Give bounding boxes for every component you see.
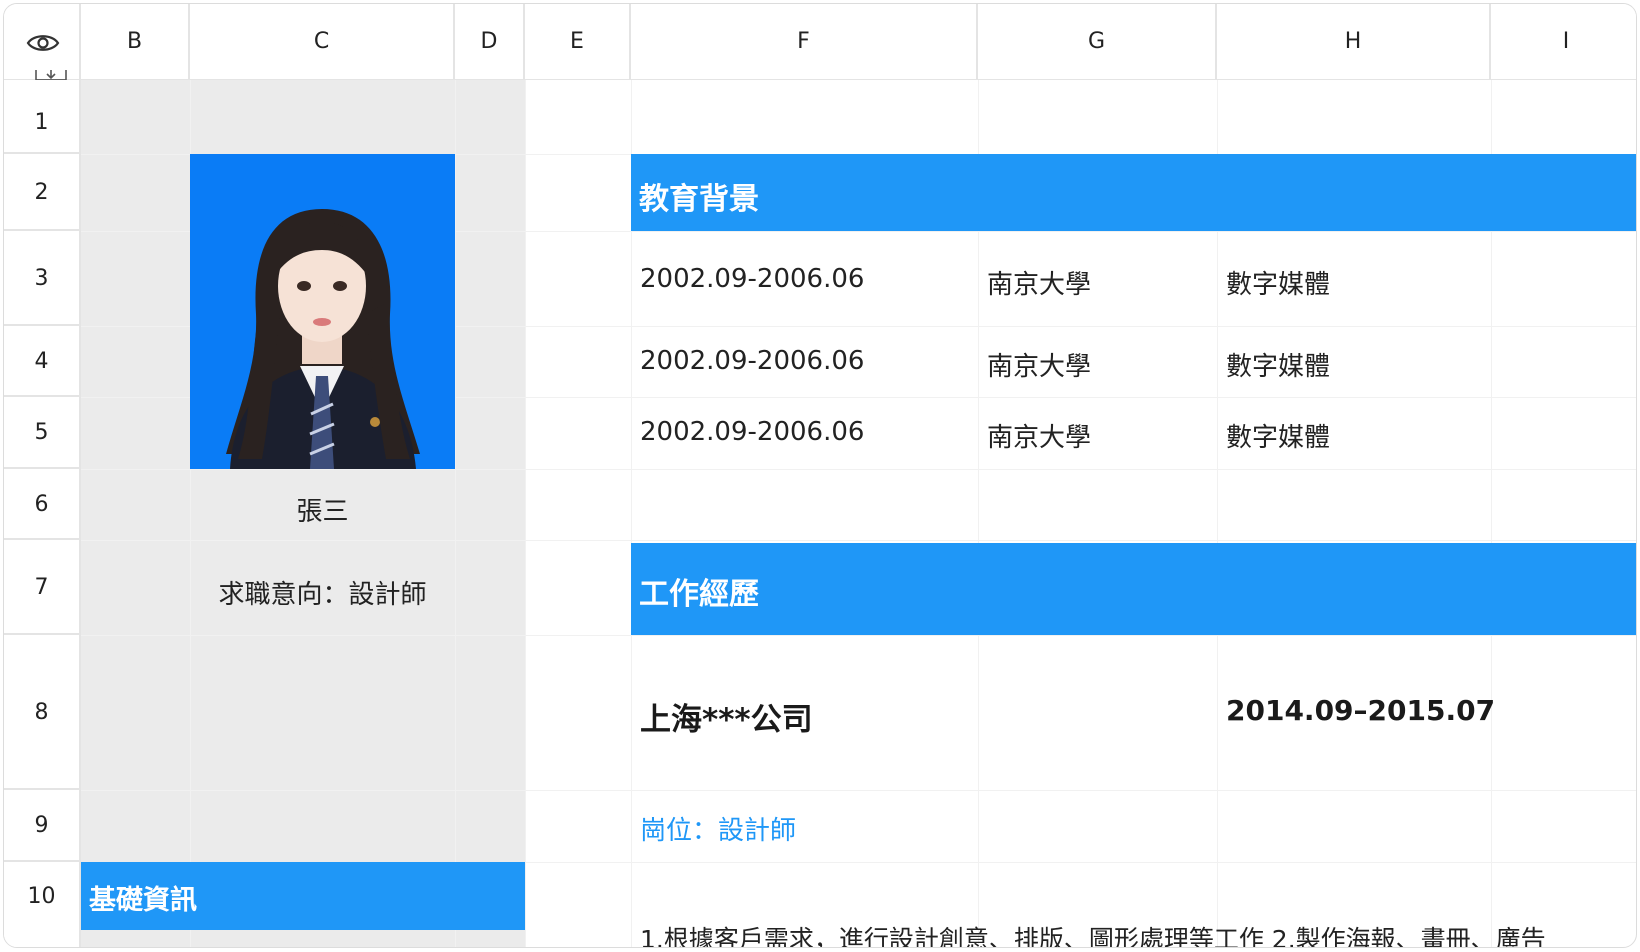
edu-school-2[interactable]: 南京大學: [987, 346, 1091, 383]
row-header-2[interactable]: 2: [4, 154, 81, 231]
column-header-e[interactable]: E: [525, 4, 631, 79]
eye-icon[interactable]: [26, 32, 60, 54]
edu-school-1[interactable]: 南京大學: [987, 264, 1091, 301]
column-header-d[interactable]: D: [455, 4, 525, 79]
job-intent[interactable]: 求職意向：設計師: [190, 574, 455, 611]
edu-major-3[interactable]: 數字媒體: [1226, 417, 1330, 454]
grid-line: [525, 80, 526, 947]
header-divider: [4, 79, 1636, 80]
row-header-4[interactable]: 4: [4, 326, 81, 397]
column-header-i[interactable]: I: [1491, 4, 1636, 79]
column-header-g[interactable]: G: [978, 4, 1217, 79]
spreadsheet-frame: B C D E F G H I 1 2 3 4 5 6 7 8 9 10 張三 …: [3, 3, 1637, 948]
grid-line: [455, 80, 456, 947]
work-description[interactable]: 1.根據客戶需求，進行設計創意、排版、圖形處理等工作 2.製作海報、畫冊、廣告: [640, 920, 1546, 947]
edu-period-3[interactable]: 2002.09-2006.06: [640, 417, 864, 447]
edu-major-2[interactable]: 數字媒體: [1226, 346, 1330, 383]
row-header-1[interactable]: 1: [4, 80, 81, 154]
work-period[interactable]: 2014.09–2015.07: [1226, 694, 1495, 727]
row-header-3[interactable]: 3: [4, 231, 81, 326]
edu-period-1[interactable]: 2002.09-2006.06: [640, 264, 864, 294]
grid-line: [81, 540, 1636, 541]
edu-school-3[interactable]: 南京大學: [987, 417, 1091, 454]
work-header[interactable]: 工作經歷: [631, 543, 1636, 635]
basic-info-header[interactable]: 基礎資訊: [81, 862, 525, 930]
profile-name[interactable]: 張三: [190, 491, 455, 528]
work-position[interactable]: 崗位：設計師: [640, 810, 796, 847]
row-header-8[interactable]: 8: [4, 635, 81, 790]
row-header-5[interactable]: 5: [4, 397, 81, 469]
edu-major-1[interactable]: 數字媒體: [1226, 264, 1330, 301]
row-header-10[interactable]: 10: [4, 862, 81, 947]
profile-photo[interactable]: [190, 154, 455, 469]
row-header-7[interactable]: 7: [4, 540, 81, 635]
grid-line: [81, 790, 1636, 791]
grid-line: [81, 469, 1636, 470]
basic-info-label: 基礎資訊: [89, 885, 197, 916]
column-header-c[interactable]: C: [190, 4, 455, 79]
column-header-h[interactable]: H: [1217, 4, 1491, 79]
column-header-b[interactable]: B: [81, 4, 190, 79]
portrait-image: [226, 209, 420, 469]
work-company[interactable]: 上海***公司: [640, 694, 813, 739]
education-header[interactable]: 教育背景: [631, 154, 1636, 231]
work-title: 工作經歷: [639, 577, 759, 612]
column-header-f[interactable]: F: [631, 4, 978, 79]
row-header-6[interactable]: 6: [4, 469, 81, 540]
edu-period-2[interactable]: 2002.09-2006.06: [640, 346, 864, 376]
row-header-9[interactable]: 9: [4, 790, 81, 862]
grid-line: [81, 635, 1636, 636]
education-title: 教育背景: [639, 182, 759, 217]
